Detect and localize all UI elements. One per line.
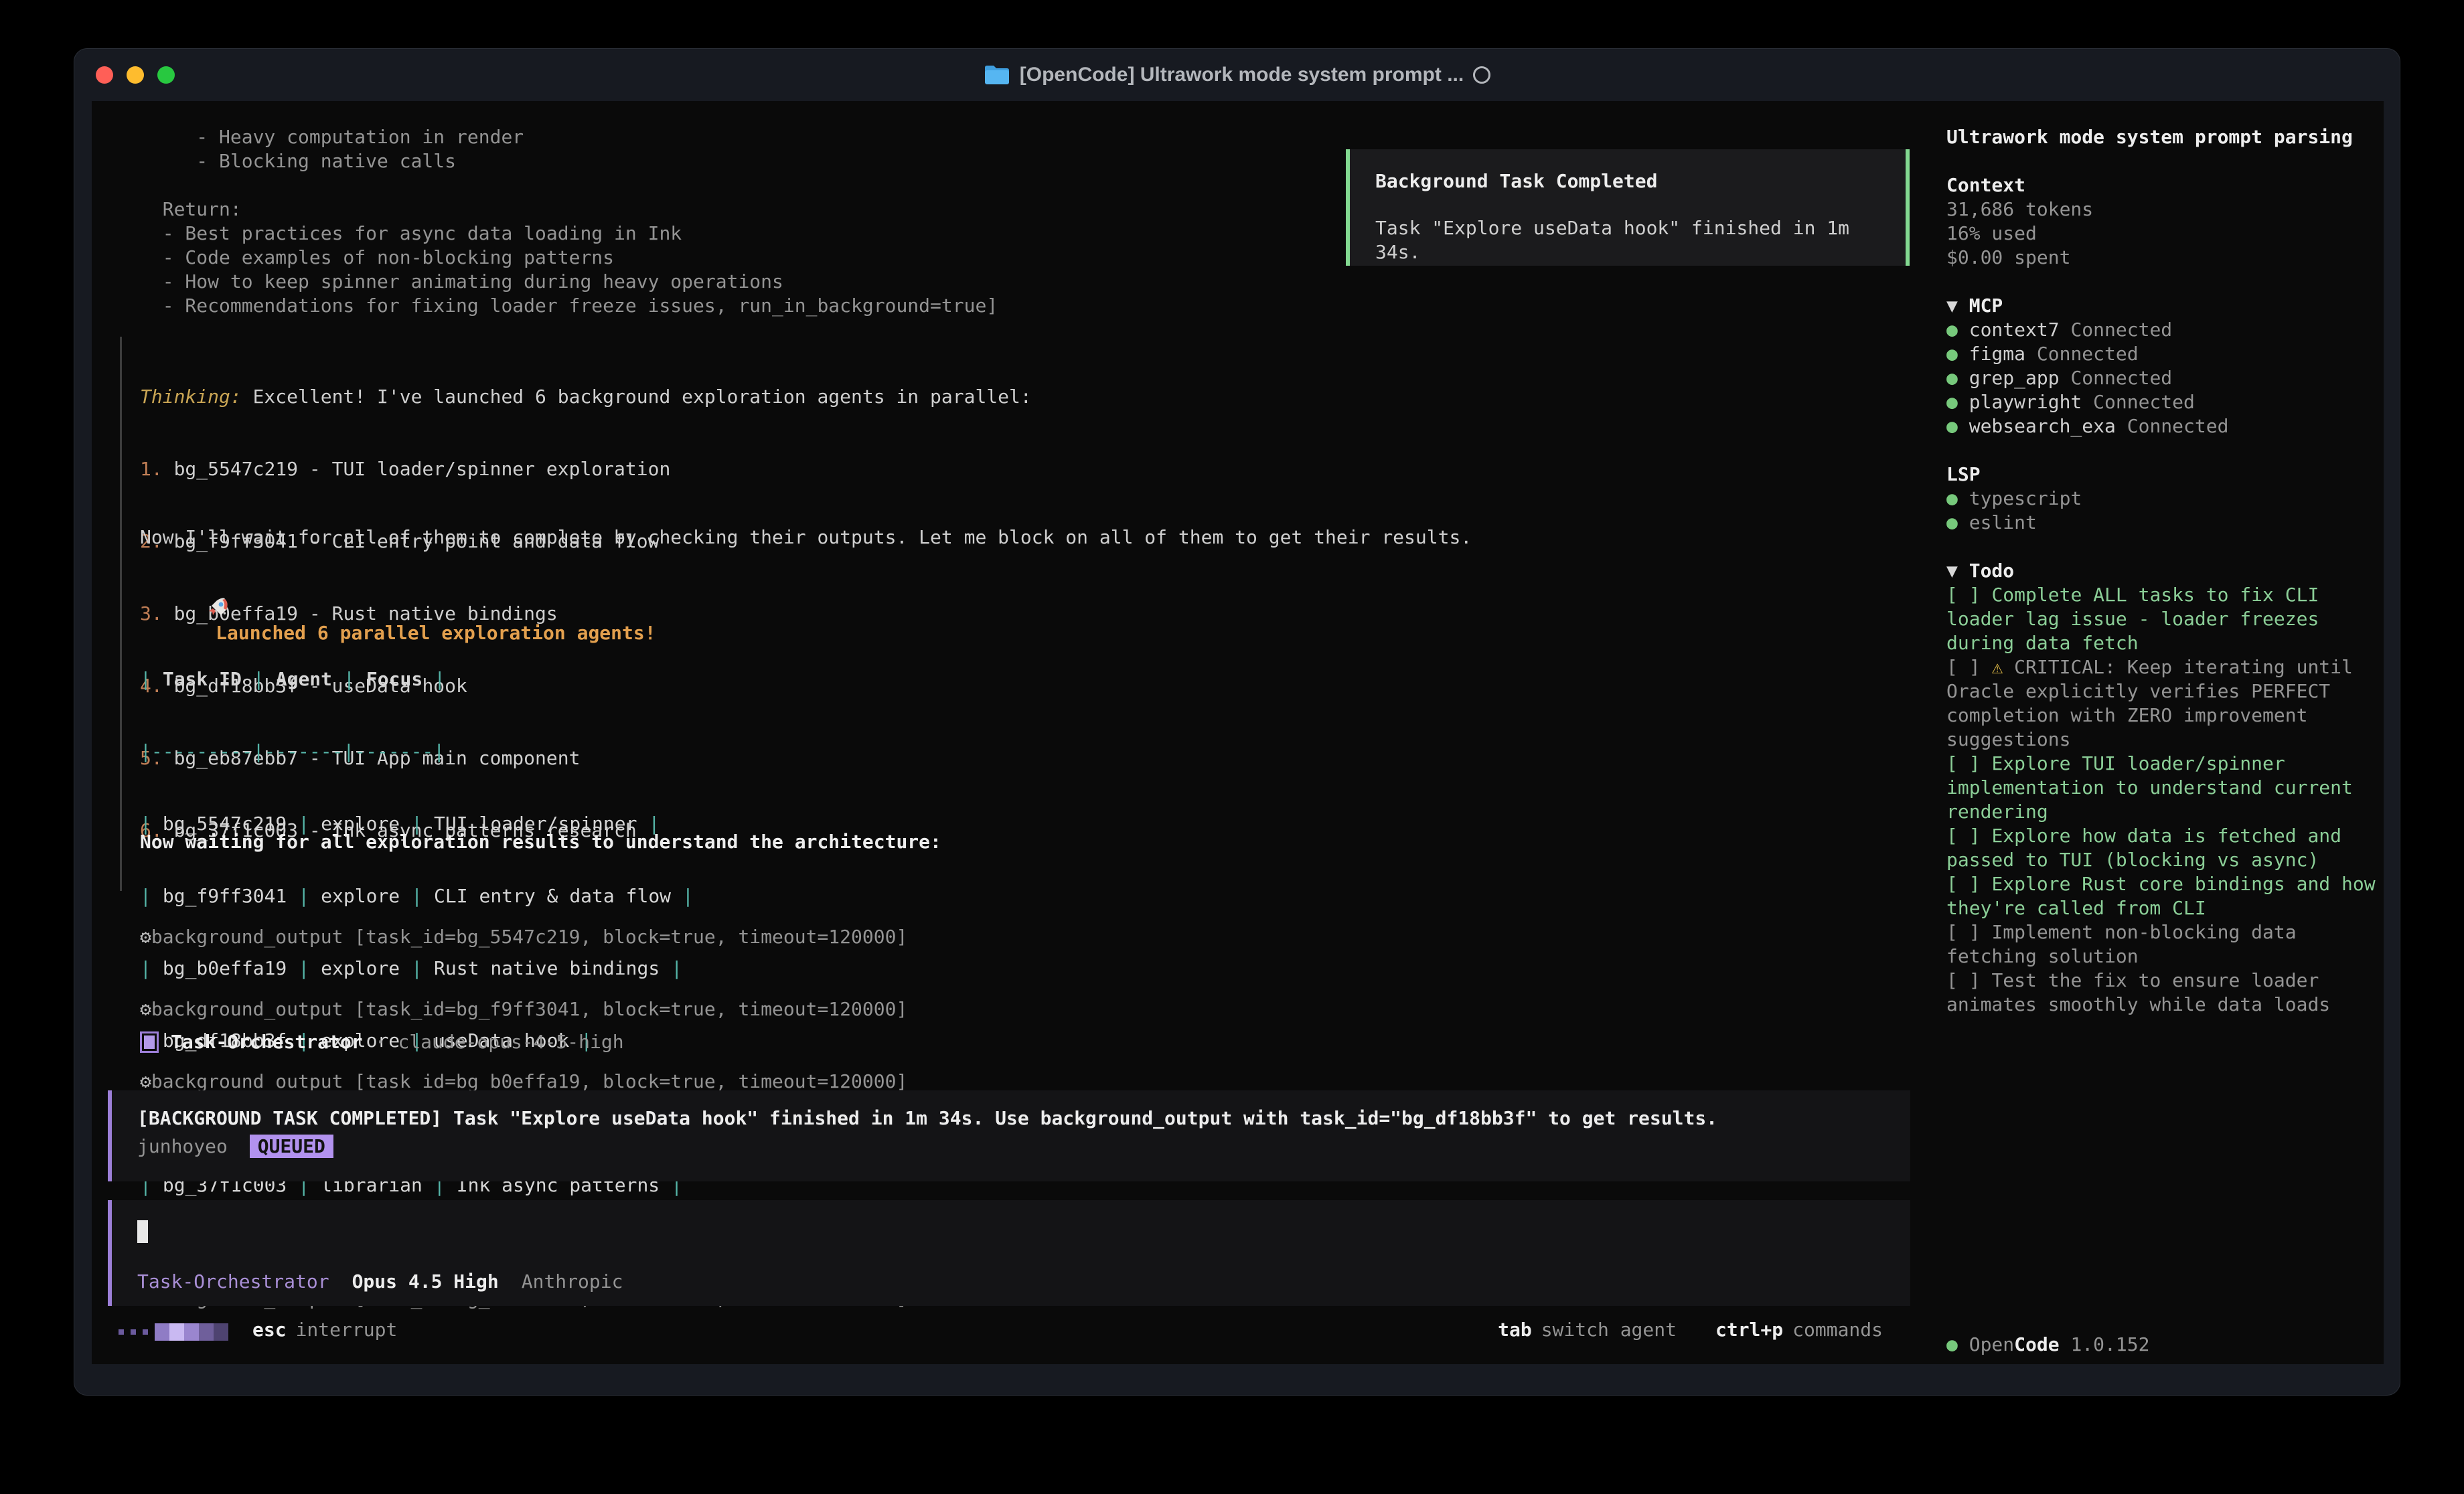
todo-item: [ ] Test the fix to ensure loader animat…	[1946, 969, 2385, 1017]
spinner-icon	[119, 1323, 228, 1341]
input-agent-label[interactable]: Task-Orchestrator	[137, 1270, 329, 1294]
input-provider-label: Anthropic	[522, 1270, 623, 1294]
titlebar[interactable]: [OpenCode] Ultrawork mode system prompt …	[74, 49, 2400, 101]
tool-result-line: - Blocking native calls	[140, 149, 456, 173]
text-cursor	[137, 1220, 148, 1243]
mcp-item: ● figma Connected	[1946, 342, 2139, 366]
tab-key-label: switch agent	[1541, 1318, 1677, 1342]
gear-icon: ⚙	[140, 1070, 151, 1092]
tool-call-line: ⚙background_output [task_id=bg_f9ff3041,…	[140, 997, 907, 1021]
context-tokens: 31,686 tokens	[1946, 197, 2093, 222]
gear-icon: ⚙	[140, 926, 151, 948]
folder-icon	[984, 64, 1010, 86]
status-dot-icon: ●	[1946, 367, 1958, 389]
minimize-window-button[interactable]	[127, 66, 144, 84]
status-dot-icon: ●	[1946, 415, 1958, 437]
mcp-item: ● grep_app Connected	[1946, 366, 2172, 390]
dot-separator: ·	[375, 1030, 386, 1054]
todo-item: [ ] Implement non-blocking data fetching…	[1946, 920, 2385, 969]
window-title: [OpenCode] Ultrawork mode system prompt …	[1020, 63, 1464, 87]
status-dot-icon: ●	[1946, 391, 1958, 413]
tool-result-line: - Heavy computation in render	[140, 125, 524, 149]
system-message-box: [BACKGROUND TASK COMPLETED] Task "Explor…	[108, 1090, 1910, 1181]
assistant-text: Now I'll wait for all of them to complet…	[140, 525, 1472, 550]
tool-result-line: Return:	[140, 197, 242, 222]
mcp-item: ● context7 Connected	[1946, 318, 2172, 342]
prompt-input[interactable]: Task-Orchestrator Opus 4.5 High Anthropi…	[108, 1200, 1910, 1306]
thinking-label: Thinking:	[140, 386, 242, 408]
mcp-item: ● playwright Connected	[1946, 390, 2195, 414]
assistant-text-bold: Now waiting for all exploration results …	[140, 830, 941, 854]
context-heading: Context	[1946, 173, 2025, 197]
collapse-icon: ▼	[1946, 295, 1958, 317]
notification-title: Background Task Completed	[1375, 169, 1906, 193]
session-title: Ultrawork mode system prompt parsing	[1946, 125, 2353, 149]
status-badge: QUEUED	[250, 1135, 333, 1158]
status-dot-icon: ●	[1946, 511, 1958, 533]
table-header-row: |Task ID|Agent|Focus|	[140, 667, 694, 691]
status-dot-icon: ●	[1946, 487, 1958, 509]
message-author: junhoyeo	[137, 1135, 228, 1157]
agent-attribution: Task-Orchestrator · claude-opus-4-5-high	[140, 1030, 624, 1054]
lsp-heading: LSP	[1946, 463, 1981, 487]
mcp-item: ● websearch_exa Connected	[1946, 414, 2228, 438]
tool-call-line: ⚙background_output [task_id=bg_5547c219,…	[140, 925, 907, 949]
app-window: [OpenCode] Ultrawork mode system prompt …	[74, 48, 2400, 1396]
collapse-icon: ▼	[1946, 560, 1958, 582]
system-message-text: [BACKGROUND TASK COMPLETED] Task "Explor…	[137, 1106, 1910, 1131]
close-window-button[interactable]	[96, 66, 113, 84]
mcp-section-header[interactable]: ▼ MCP	[1946, 294, 2003, 318]
ctrlp-key-hint: ctrl+p	[1715, 1318, 1783, 1342]
tool-result-line: - How to keep spinner animating during h…	[140, 270, 783, 294]
thinking-item: 1. bg_5547c219 - TUI loader/spinner expl…	[140, 457, 1032, 481]
tool-result-line: - Code examples of non-blocking patterns	[140, 246, 614, 270]
agent-square-icon	[140, 1031, 159, 1053]
table-separator-row: |---------|-------|-------|	[140, 740, 694, 764]
traffic-lights	[96, 49, 175, 101]
agent-model: claude-opus-4-5-high	[398, 1030, 623, 1054]
zoom-window-button[interactable]	[157, 66, 175, 84]
context-spent: $0.00 spent	[1946, 246, 2070, 270]
notification-toast[interactable]: Background Task Completed Task "Explore …	[1346, 149, 1910, 266]
lsp-item: ● eslint	[1946, 511, 2037, 535]
todo-item: [ ] Explore TUI loader/spinner implement…	[1946, 752, 2385, 824]
tab-key-hint: tab	[1498, 1318, 1532, 1342]
warning-icon: ⚠	[1991, 656, 2014, 678]
tool-result-line: - Best practices for async data loading …	[140, 222, 682, 246]
tool-result-line: - Recommendations for fixing loader free…	[140, 294, 998, 318]
todo-item: [ ] Complete ALL tasks to fix CLI loader…	[1946, 583, 2385, 655]
todo-section-header[interactable]: ▼ Todo	[1946, 559, 2014, 583]
status-dot-icon: ●	[1946, 343, 1958, 365]
agent-name: Task-Orchestrator	[171, 1030, 363, 1054]
gear-icon: ⚙	[140, 998, 151, 1020]
esc-key-hint: esc	[252, 1318, 287, 1342]
app-version: ● OpenCode 1.0.152	[1946, 1333, 2149, 1357]
esc-key-label: interrupt	[296, 1318, 398, 1342]
todo-item: [ ] ⚠ CRITICAL: Keep iterating until Ora…	[1946, 655, 2385, 752]
notification-body: Task "Explore useData hook" finished in …	[1375, 216, 1906, 264]
status-dot-icon: ●	[1946, 319, 1958, 341]
input-model-label[interactable]: Opus 4.5 High	[352, 1270, 499, 1294]
status-dot-icon: ●	[1946, 1333, 1958, 1355]
proxy-circle-icon	[1473, 66, 1490, 84]
terminal-content: - Heavy computation in render - Blocking…	[92, 101, 2384, 1364]
context-used: 16% used	[1946, 222, 2037, 246]
ctrlp-key-label: commands	[1792, 1318, 1883, 1342]
rocket-icon	[208, 596, 230, 619]
todo-list: [ ] Complete ALL tasks to fix CLI loader…	[1946, 583, 2385, 1017]
todo-item: [ ] Explore Rust core bindings and how t…	[1946, 872, 2385, 920]
lsp-item: ● typescript	[1946, 487, 2082, 511]
todo-item: [ ] Explore how data is fetched and pass…	[1946, 824, 2385, 872]
